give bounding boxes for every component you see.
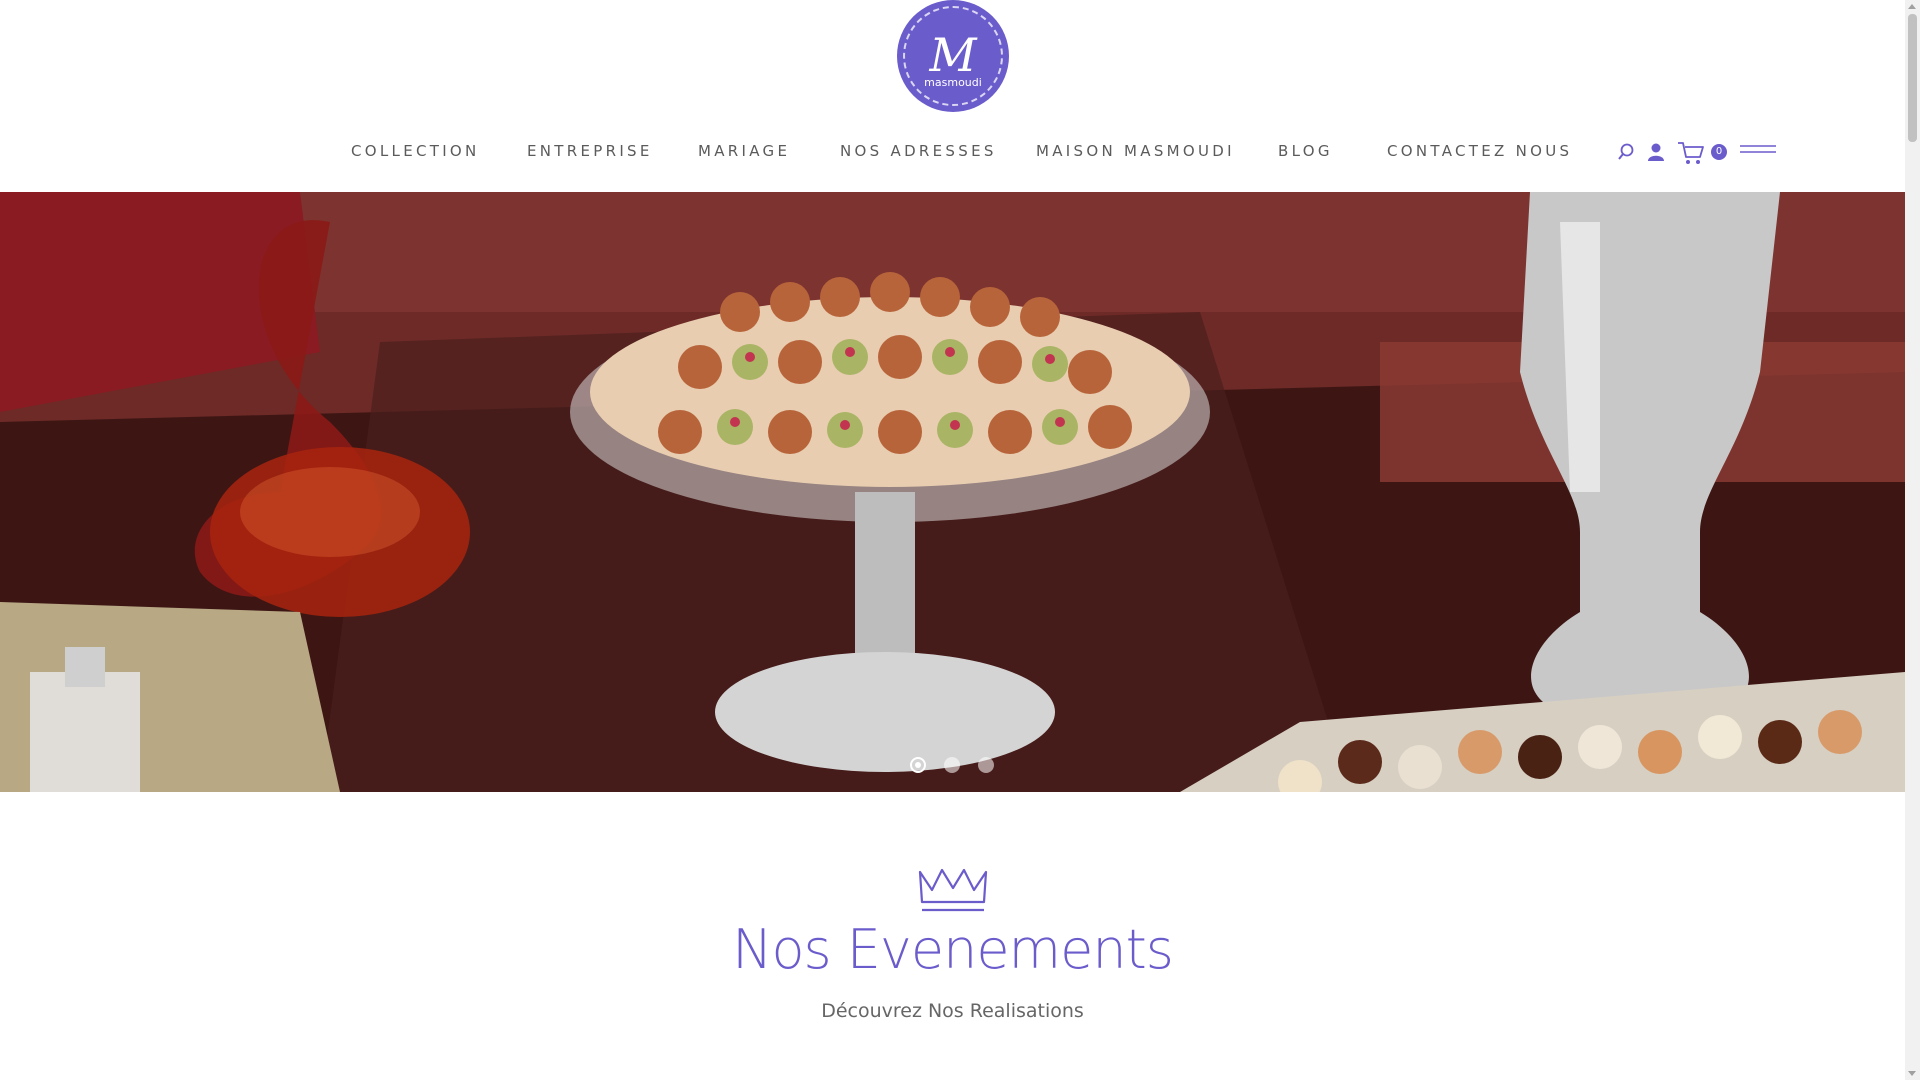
slider-pagination [910,757,994,773]
section-title: Nos Evenements [732,918,1174,981]
nav-item-nos-adresses[interactable]: NOS ADRESSES [840,142,997,160]
slider-dot-3[interactable] [978,757,994,773]
user-icon[interactable] [1646,142,1666,162]
hero-slider[interactable] [0,192,1905,792]
nav-item-mariage[interactable]: MARIAGE [698,142,790,160]
scroll-up-arrow-icon[interactable] [1908,4,1916,9]
nav-item-collection[interactable]: COLLECTION [351,142,480,160]
nav-item-contactez-nous[interactable]: CONTACTEZ NOUS [1387,142,1572,160]
section-subtitle: Découvrez Nos Realisations [821,1000,1084,1022]
cart-count-badge: 0 [1711,144,1727,160]
nav-item-entreprise[interactable]: ENTREPRISE [527,142,653,160]
scrollbar-thumb[interactable] [1908,14,1917,142]
cart-icon[interactable] [1677,140,1705,166]
search-icon[interactable] [1617,142,1635,162]
hero-slide-image [0,192,1905,792]
site-header: M masmoudi COLLECTION ENTREPRISE MARIAGE… [0,0,1905,192]
nav-item-maison-masmoudi[interactable]: MAISON MASMOUDI [1036,142,1235,160]
slider-dot-1[interactable] [910,757,926,773]
slider-dot-2[interactable] [944,757,960,773]
crown-icon [918,868,988,912]
nav-item-blog[interactable]: BLOG [1278,142,1333,160]
page-scrollbar[interactable] [1905,0,1920,1080]
hamburger-menu-icon[interactable] [1740,142,1776,158]
masmoudi-logo[interactable]: M masmoudi [897,0,1009,112]
scroll-down-arrow-icon[interactable] [1908,1071,1916,1076]
